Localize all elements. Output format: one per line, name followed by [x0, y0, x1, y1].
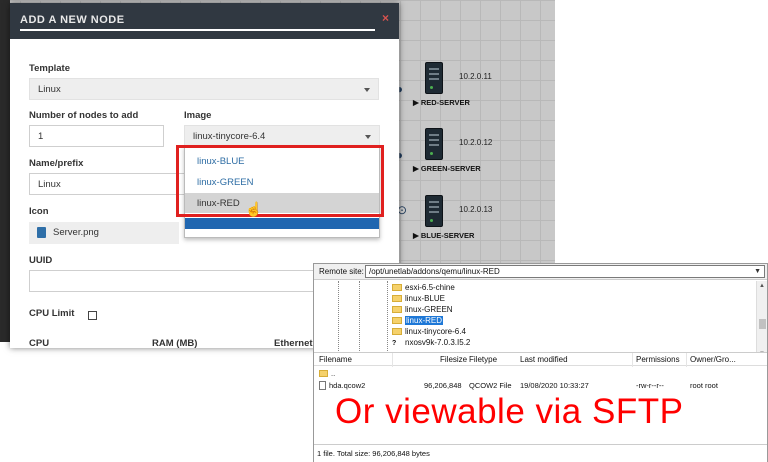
canvas-edge: [0, 0, 10, 342]
chevron-down-icon: [364, 88, 370, 92]
image-value: linux-tinycore-6.4: [193, 131, 266, 142]
chevron-down-icon[interactable]: ▼: [754, 268, 761, 275]
column-filesize[interactable]: Filesize: [440, 355, 467, 364]
tree-item[interactable]: linux-tinycore-6.4: [392, 327, 466, 338]
file-permissions: -rw-r--r--: [636, 381, 664, 390]
file-list-header: Filename Filesize Filetype Last modified…: [314, 352, 767, 367]
dialog-title: ADD A NEW NODE: [20, 14, 375, 31]
unknown-folder-icon: ?: [392, 340, 397, 347]
server-icon: [425, 195, 443, 227]
column-filetype[interactable]: Filetype: [469, 355, 497, 364]
folder-icon: [392, 284, 402, 291]
template-label: Template: [29, 63, 71, 74]
caption-text: Or viewable via SFTP: [335, 392, 684, 431]
name-prefix-label: Name/prefix: [29, 158, 84, 169]
file-size: 96,206,848: [424, 381, 462, 390]
scroll-thumb[interactable]: [759, 319, 766, 329]
node-ip: 10.2.0.12: [459, 138, 493, 147]
status-bar: 1 file. Total size: 96,206,848 bytes: [314, 444, 767, 462]
chevron-down-icon: [365, 135, 371, 139]
node-label: ▶ RED-SERVER: [413, 98, 470, 107]
scroll-up-icon[interactable]: ▲: [759, 283, 765, 289]
icon-select[interactable]: Server.png: [29, 222, 179, 244]
column-owner[interactable]: Owner/Gro...: [690, 355, 736, 364]
close-icon[interactable]: ×: [382, 11, 389, 25]
sftp-client-panel: Remote site: /opt/unetlab/addons/qemu/li…: [313, 263, 768, 462]
node-ip: 10.2.0.13: [459, 205, 493, 214]
cpu-label: CPU: [29, 338, 50, 348]
tree-item-selected[interactable]: linux-RED: [392, 316, 444, 327]
node-label: ▶ BLUE-SERVER: [413, 231, 475, 240]
template-value: Linux: [38, 84, 61, 95]
tree-item[interactable]: esxi-6.5-chine: [392, 283, 455, 294]
column-permissions[interactable]: Permissions: [636, 355, 680, 364]
image-select[interactable]: linux-tinycore-6.4: [184, 125, 380, 147]
tree-item[interactable]: ? nxosv9k-7.0.3.I5.2: [392, 338, 470, 349]
remote-site-bar: Remote site: /opt/unetlab/addons/qemu/li…: [314, 264, 767, 280]
dropdown-selected-option[interactable]: [185, 215, 379, 229]
file-name: hda.qcow2: [329, 381, 366, 390]
image-label: Image: [184, 110, 212, 121]
column-divider: [686, 353, 687, 367]
column-filename[interactable]: Filename: [319, 355, 352, 364]
folder-icon: [392, 306, 402, 313]
folder-icon: [392, 295, 402, 302]
file-row-parent[interactable]: ..: [314, 368, 767, 380]
cpu-limit-checkbox[interactable]: [88, 311, 97, 320]
tree-item[interactable]: linux-BLUE: [392, 294, 445, 305]
name-prefix-input[interactable]: Linux: [29, 173, 189, 195]
column-divider: [392, 353, 393, 367]
nodes-count-input[interactable]: 1: [29, 125, 164, 147]
file-modified: 19/08/2020 10:33:27: [520, 381, 589, 390]
remote-directory-tree: esxi-6.5-chine linux-BLUE linux-GREEN li…: [314, 281, 767, 361]
server-icon: [425, 62, 443, 94]
remote-path-value: /opt/unetlab/addons/qemu/linux-RED: [369, 267, 500, 276]
server-icon: [425, 128, 443, 160]
highlight-box: [176, 145, 384, 217]
hand-cursor-icon: ☝: [245, 201, 263, 217]
file-row[interactable]: hda.qcow2 96,206,848 QCOW2 File 19/08/20…: [314, 380, 767, 392]
folder-icon: [392, 317, 402, 324]
folder-icon: [319, 370, 328, 377]
tree-item[interactable]: linux-GREEN: [392, 305, 453, 316]
node-label: ▶ GREEN-SERVER: [413, 164, 481, 173]
file-owner: root root: [690, 381, 718, 390]
icon-value: Server.png: [53, 227, 99, 238]
dialog-header: ADD A NEW NODE ×: [10, 3, 399, 39]
column-last-modified[interactable]: Last modified: [520, 355, 568, 364]
nodes-count-label: Number of nodes to add: [29, 110, 139, 121]
icon-label: Icon: [29, 206, 49, 217]
remote-path-input[interactable]: /opt/unetlab/addons/qemu/linux-RED ▼: [365, 265, 765, 278]
tree-scrollbar[interactable]: ▲ ▼: [756, 281, 767, 361]
folder-icon: [392, 328, 402, 335]
template-select[interactable]: Linux: [29, 78, 379, 100]
file-type: QCOW2 File: [469, 381, 512, 390]
node-ip: 10.2.0.11: [459, 72, 492, 81]
file-icon: [319, 381, 326, 390]
remote-site-label: Remote site:: [319, 267, 364, 276]
cpu-limit-label: CPU Limit: [29, 308, 75, 319]
server-icon: [37, 227, 46, 238]
uuid-label: UUID: [29, 255, 53, 266]
column-divider: [632, 353, 633, 367]
ram-label: RAM (MB): [152, 338, 198, 348]
ethernet-label: Ethernet: [274, 338, 313, 348]
